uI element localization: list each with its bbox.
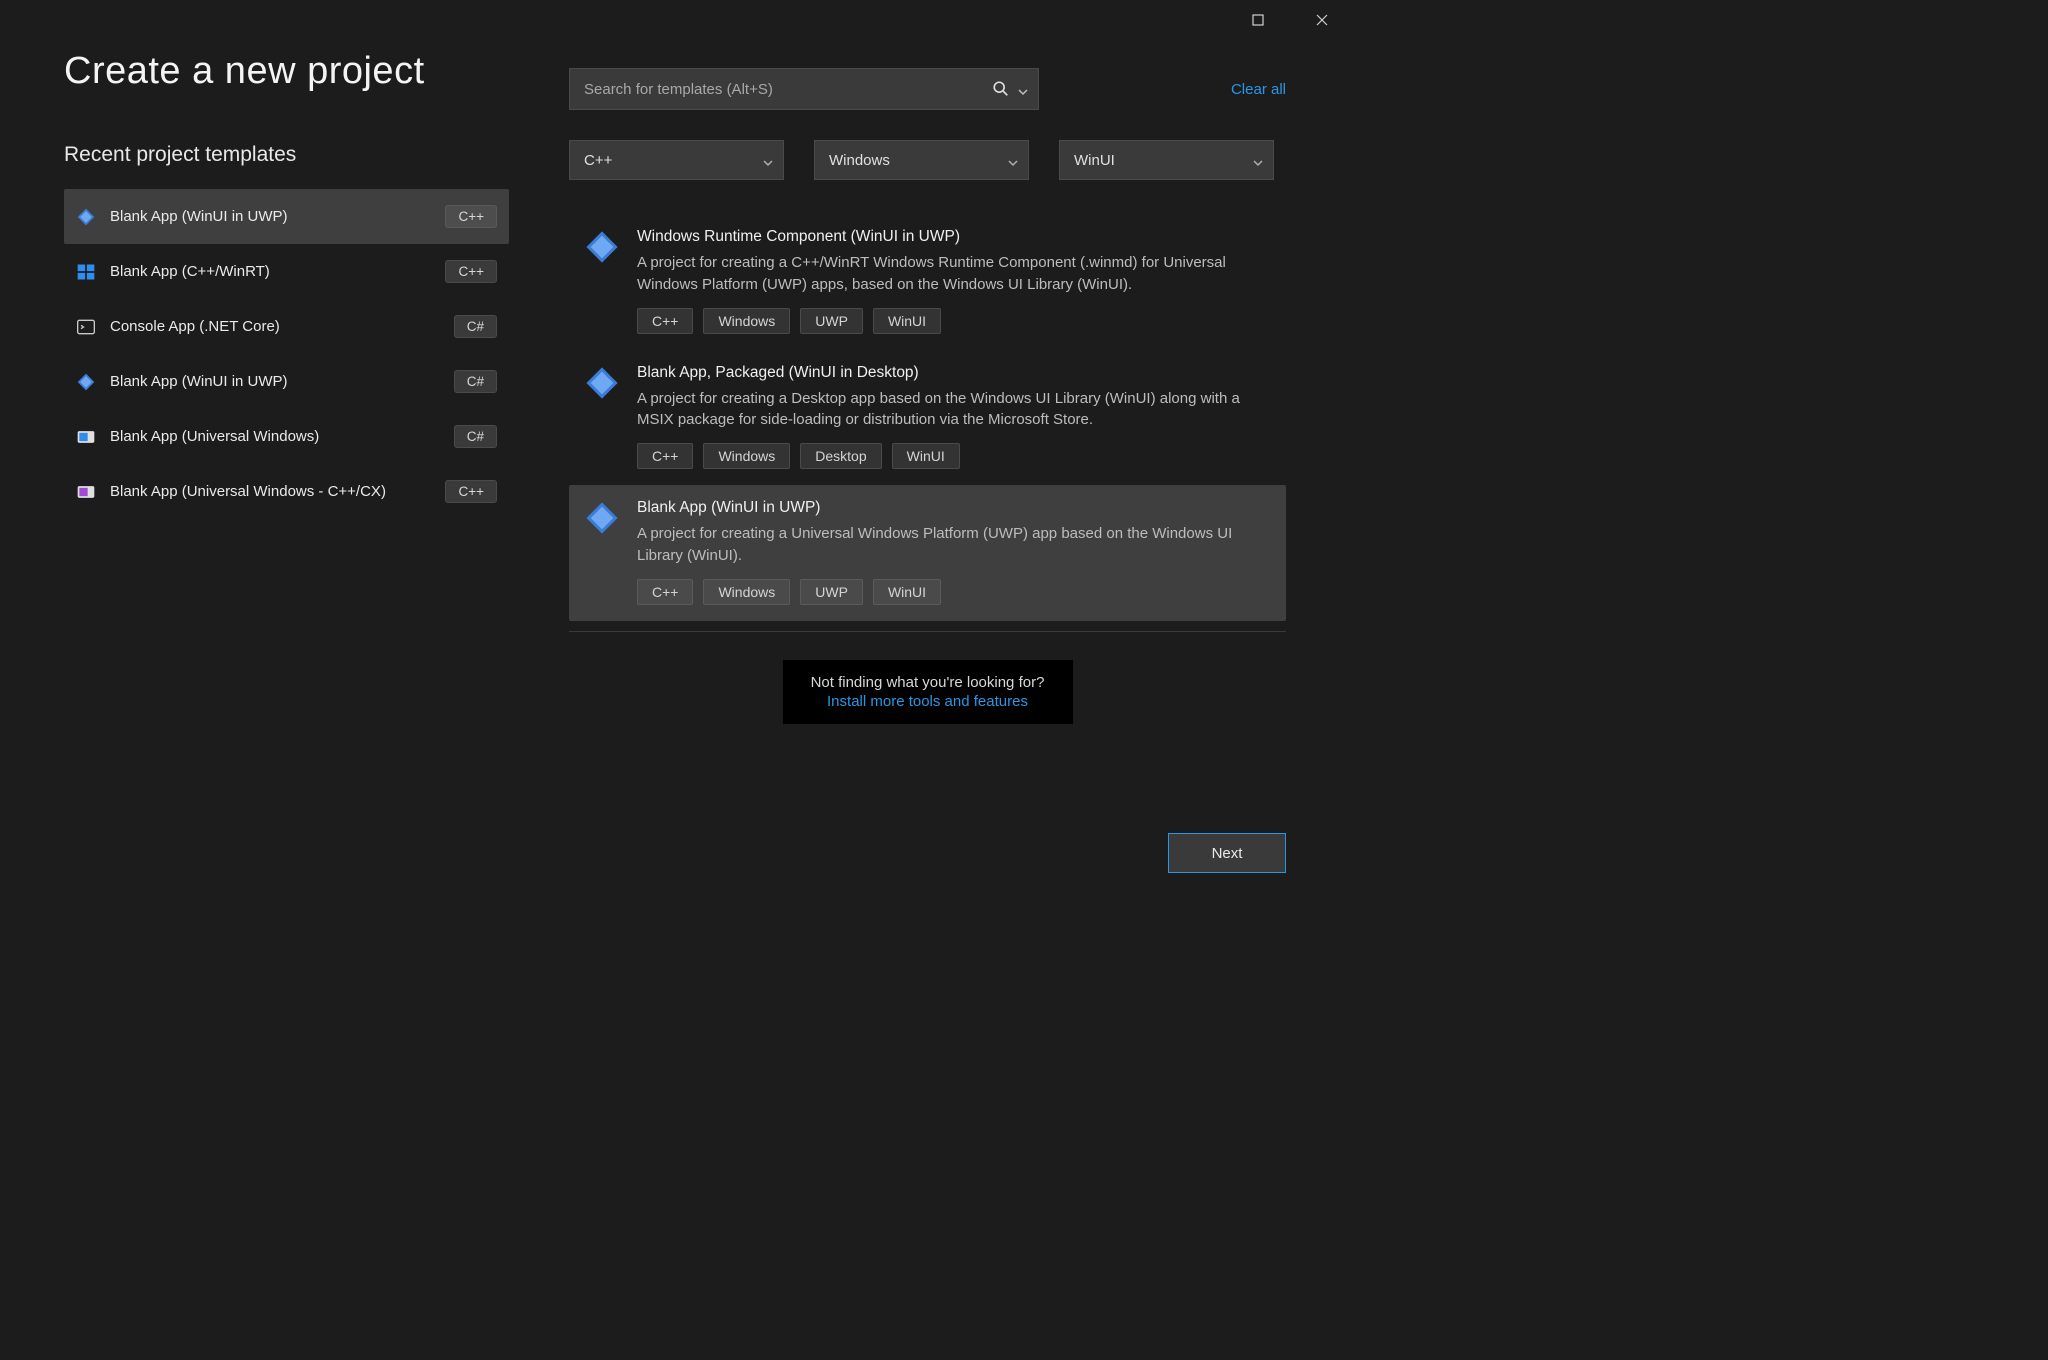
recent-item[interactable]: Blank App (Universal Windows - C++/CX) C… <box>64 464 509 519</box>
recent-item[interactable]: Blank App (C++/WinRT) C++ <box>64 244 509 299</box>
dropdown-value: C++ <box>584 152 612 169</box>
search-box[interactable] <box>569 68 1039 110</box>
result-title: Blank App, Packaged (WinUI in Desktop) <box>637 364 1270 382</box>
maximize-icon <box>1252 14 1264 26</box>
winui-icon <box>585 366 619 400</box>
result-item[interactable]: Blank App (WinUI in UWP) A project for cr… <box>569 485 1286 621</box>
clear-all-link[interactable]: Clear all <box>1231 81 1286 98</box>
recent-item-label: Blank App (WinUI in UWP) <box>110 208 431 225</box>
language-dropdown[interactable]: C++ <box>569 140 784 180</box>
uwp-cpp-icon <box>76 482 96 502</box>
tag: WinUI <box>873 579 941 605</box>
lang-badge: C++ <box>445 260 497 283</box>
chevron-down-icon <box>1008 155 1018 165</box>
not-finding-text: Not finding what you're looking for? <box>811 674 1045 691</box>
recent-item-label: Blank App (Universal Windows - C++/CX) <box>110 483 431 500</box>
result-item[interactable]: Blank App, Packaged (WinUI in Desktop) A … <box>569 350 1286 486</box>
separator <box>569 631 1286 632</box>
tag-row: C++ Windows Desktop WinUI <box>637 443 1270 469</box>
search-input[interactable] <box>584 81 984 98</box>
install-more-link[interactable]: Install more tools and features <box>799 693 1057 710</box>
lang-badge: C++ <box>445 205 497 228</box>
tag: C++ <box>637 443 693 469</box>
result-item[interactable]: Windows Runtime Component (WinUI in UWP)… <box>569 214 1286 350</box>
dropdown-value: Windows <box>829 152 890 169</box>
search-icon <box>992 80 1010 98</box>
winui-icon <box>585 501 619 535</box>
tag-row: C++ Windows UWP WinUI <box>637 308 1270 334</box>
project-dialog: Create a new project Recent project temp… <box>0 0 1350 896</box>
tag: C++ <box>637 579 693 605</box>
dropdown-value: WinUI <box>1074 152 1115 169</box>
recent-item-label: Console App (.NET Core) <box>110 318 440 335</box>
result-title: Blank App (WinUI in UWP) <box>637 499 1270 517</box>
result-description: A project for creating a C++/WinRT Windo… <box>637 252 1270 296</box>
tag: WinUI <box>892 443 960 469</box>
recent-item-label: Blank App (Universal Windows) <box>110 428 440 445</box>
tag: UWP <box>800 579 863 605</box>
next-button[interactable]: Next <box>1168 833 1286 873</box>
tag-row: C++ Windows UWP WinUI <box>637 579 1270 605</box>
tag: Windows <box>703 308 790 334</box>
chevron-down-icon <box>1253 155 1263 165</box>
winui-icon <box>76 207 96 227</box>
lang-badge: C# <box>454 370 497 393</box>
tag: C++ <box>637 308 693 334</box>
recent-list: Blank App (WinUI in UWP) C++ Blank App (… <box>64 189 509 519</box>
uwp-icon <box>76 427 96 447</box>
result-description: A project for creating a Universal Windo… <box>637 523 1270 567</box>
tag: WinUI <box>873 308 941 334</box>
tag: Windows <box>703 443 790 469</box>
page-title: Create a new project <box>64 50 509 93</box>
titlebar <box>0 0 1350 40</box>
recent-item[interactable]: Blank App (WinUI in UWP) C++ <box>64 189 509 244</box>
tag: UWP <box>800 308 863 334</box>
maximize-button[interactable] <box>1238 5 1278 35</box>
tag: Desktop <box>800 443 881 469</box>
not-finding-box: Not finding what you're looking for? Ins… <box>783 660 1073 724</box>
result-title: Windows Runtime Component (WinUI in UWP) <box>637 228 1270 246</box>
recent-item[interactable]: Blank App (Universal Windows) C# <box>64 409 509 464</box>
lang-badge: C# <box>454 315 497 338</box>
recent-item-label: Blank App (C++/WinRT) <box>110 263 431 280</box>
lang-badge: C++ <box>445 480 497 503</box>
close-icon <box>1316 14 1328 26</box>
recent-item[interactable]: Console App (.NET Core) C# <box>64 299 509 354</box>
lang-badge: C# <box>454 425 497 448</box>
winlogo-icon <box>76 262 96 282</box>
winui-icon <box>76 372 96 392</box>
winui-icon <box>585 230 619 264</box>
footer: Next <box>0 810 1350 896</box>
platform-dropdown[interactable]: Windows <box>814 140 1029 180</box>
project-type-dropdown[interactable]: WinUI <box>1059 140 1274 180</box>
close-button[interactable] <box>1302 5 1342 35</box>
chevron-down-icon[interactable] <box>1018 84 1028 94</box>
chevron-down-icon <box>763 155 773 165</box>
recent-item-label: Blank App (WinUI in UWP) <box>110 373 440 390</box>
recent-heading: Recent project templates <box>64 143 509 167</box>
results-list: Windows Runtime Component (WinUI in UWP)… <box>569 214 1286 621</box>
result-description: A project for creating a Desktop app bas… <box>637 388 1270 432</box>
console-icon <box>76 317 96 337</box>
recent-item[interactable]: Blank App (WinUI in UWP) C# <box>64 354 509 409</box>
tag: Windows <box>703 579 790 605</box>
